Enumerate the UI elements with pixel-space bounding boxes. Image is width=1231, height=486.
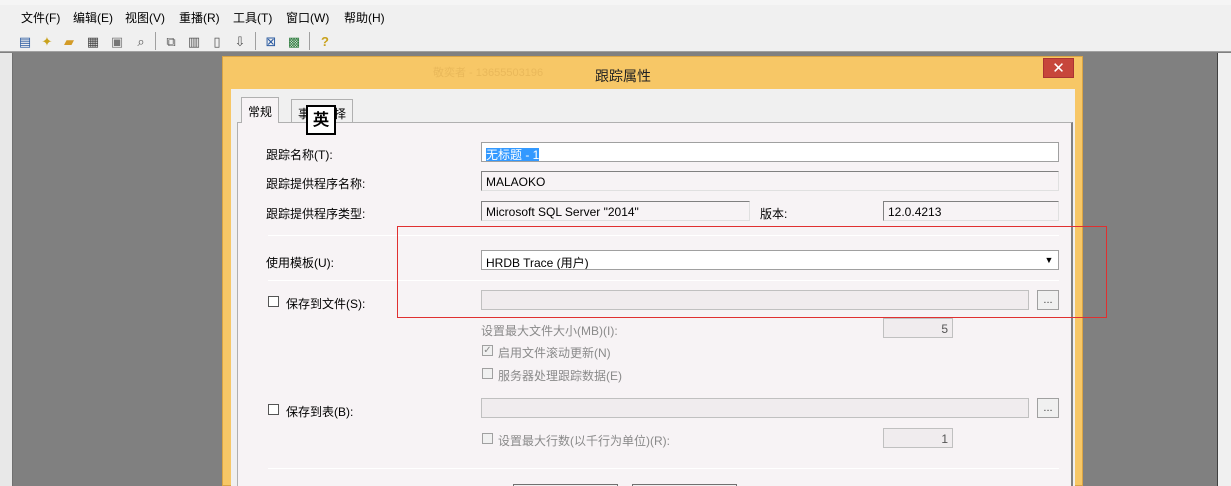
save-to-table-checkbox[interactable] <box>268 404 279 415</box>
new-template-icon[interactable]: ✦ <box>38 32 56 50</box>
server-process-checkbox <box>482 368 493 379</box>
run-to-cursor-icon[interactable]: ▯ <box>208 32 226 50</box>
close-button[interactable]: ✕ <box>1043 58 1074 78</box>
toolbar-separator <box>155 32 156 50</box>
menu-window[interactable]: 窗口(W) <box>286 9 329 26</box>
help-icon[interactable]: ? <box>316 32 334 50</box>
provider-type-label: 跟踪提供程序类型: <box>266 207 366 221</box>
menu-tools[interactable]: 工具(T) <box>233 9 272 26</box>
max-file-size-input: 5 <box>883 318 953 338</box>
ime-indicator: 英 <box>306 105 336 135</box>
file-rollover-checkbox: ✓ <box>482 345 493 356</box>
annotation-box <box>397 226 1107 318</box>
trace-properties-icon[interactable]: ⊠ <box>262 32 280 50</box>
left-panel-edge <box>0 53 13 486</box>
title-strip <box>0 0 1231 5</box>
provider-name-field: MALAOKO <box>481 171 1059 191</box>
menu-help[interactable]: 帮助(H) <box>344 9 385 26</box>
tab-general[interactable]: 常规 <box>241 97 280 123</box>
server-process-label: 服务器处理跟踪数据(E) <box>498 369 622 383</box>
menu-bar: 文件(F) 编辑(E) 视图(V) 重播(R) 工具(T) 窗口(W) 帮助(H… <box>0 0 1231 30</box>
step-icon[interactable]: ▥ <box>185 32 203 50</box>
save-to-file-checkbox[interactable] <box>268 296 279 307</box>
dialog-titlebar[interactable]: 敬奕者 - 13655503196 跟踪属性 ✕ <box>223 57 1082 89</box>
menu-view[interactable]: 视图(V) <box>125 9 165 26</box>
max-rows-input: 1 <box>883 428 953 448</box>
toolbar-separator <box>309 32 310 50</box>
trace-name-value: 无标题 - 1 <box>486 148 540 162</box>
right-panel-edge <box>1217 53 1231 486</box>
divider <box>268 468 1059 469</box>
file-rollover-label: 启用文件滚动更新(N) <box>498 346 611 360</box>
pause-icon[interactable]: ⇩ <box>231 32 249 50</box>
version-label: 版本: <box>760 207 788 221</box>
menu-edit[interactable]: 编辑(E) <box>73 9 113 26</box>
browse-table-button[interactable]: ... <box>1037 398 1059 418</box>
dialog-title: 跟踪属性 <box>595 68 651 84</box>
save-to-file-label[interactable]: 保存到文件(S): <box>286 295 365 312</box>
properties-icon[interactable]: ▣ <box>108 32 126 50</box>
max-rows-checkbox <box>482 433 493 444</box>
save-to-table-label[interactable]: 保存到表(B): <box>286 403 353 420</box>
version-field: 12.0.4213 <box>883 201 1059 221</box>
provider-name-label: 跟踪提供程序名称: <box>266 177 366 191</box>
toolbar-separator <box>255 32 256 50</box>
find-icon[interactable]: ⌕ <box>132 32 150 50</box>
template-label: 使用模板(U): <box>266 256 334 270</box>
save-icon[interactable]: ▦ <box>84 32 102 50</box>
trace-name-label: 跟踪名称(T): <box>266 148 333 162</box>
max-file-size-label: 设置最大文件大小(MB)(I): <box>481 324 618 338</box>
toolbar: ▤ ✦ ▰ ▦ ▣ ⌕ ⧉ ▥ ▯ ⇩ ⊠ ▩ ? <box>0 30 1231 52</box>
open-icon[interactable]: ▰ <box>60 32 78 50</box>
trace-name-input[interactable]: 无标题 - 1 <box>481 142 1059 162</box>
counter-icon[interactable]: ▩ <box>285 32 303 50</box>
replay-icon[interactable]: ⧉ <box>162 32 180 50</box>
provider-type-field: Microsoft SQL Server "2014" <box>481 201 750 221</box>
max-rows-label: 设置最大行数(以千行为单位)(R): <box>498 434 670 448</box>
menu-file[interactable]: 文件(F) <box>21 9 60 26</box>
new-trace-icon[interactable]: ▤ <box>16 32 34 50</box>
save-table-input <box>481 398 1029 418</box>
menu-replay[interactable]: 重播(R) <box>179 9 220 26</box>
